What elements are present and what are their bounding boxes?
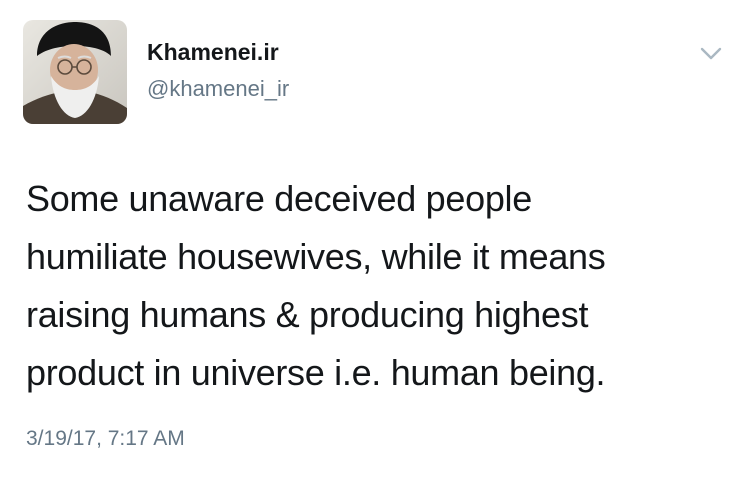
user-handle[interactable]: @khamenei_ir bbox=[147, 76, 289, 102]
tweet-timestamp[interactable]: 3/19/17, 7:17 AM bbox=[26, 426, 185, 452]
tweet-card: Khamenei.ir @khamenei_ir Some unaware de… bbox=[0, 0, 744, 484]
tweet-text-line: product in universe i.e. human being. bbox=[26, 352, 606, 393]
display-name[interactable]: Khamenei.ir bbox=[147, 38, 279, 66]
tweet-text: Some unaware deceived people humiliate h… bbox=[26, 170, 716, 402]
tweet-text-line: humiliate housewives, while it means bbox=[26, 236, 606, 277]
chevron-down-icon[interactable] bbox=[700, 46, 722, 62]
avatar[interactable] bbox=[23, 20, 127, 124]
tweet-text-line: raising humans & producing highest bbox=[26, 294, 589, 335]
avatar-portrait bbox=[23, 20, 127, 124]
tweet-text-line: Some unaware deceived people bbox=[26, 178, 532, 219]
